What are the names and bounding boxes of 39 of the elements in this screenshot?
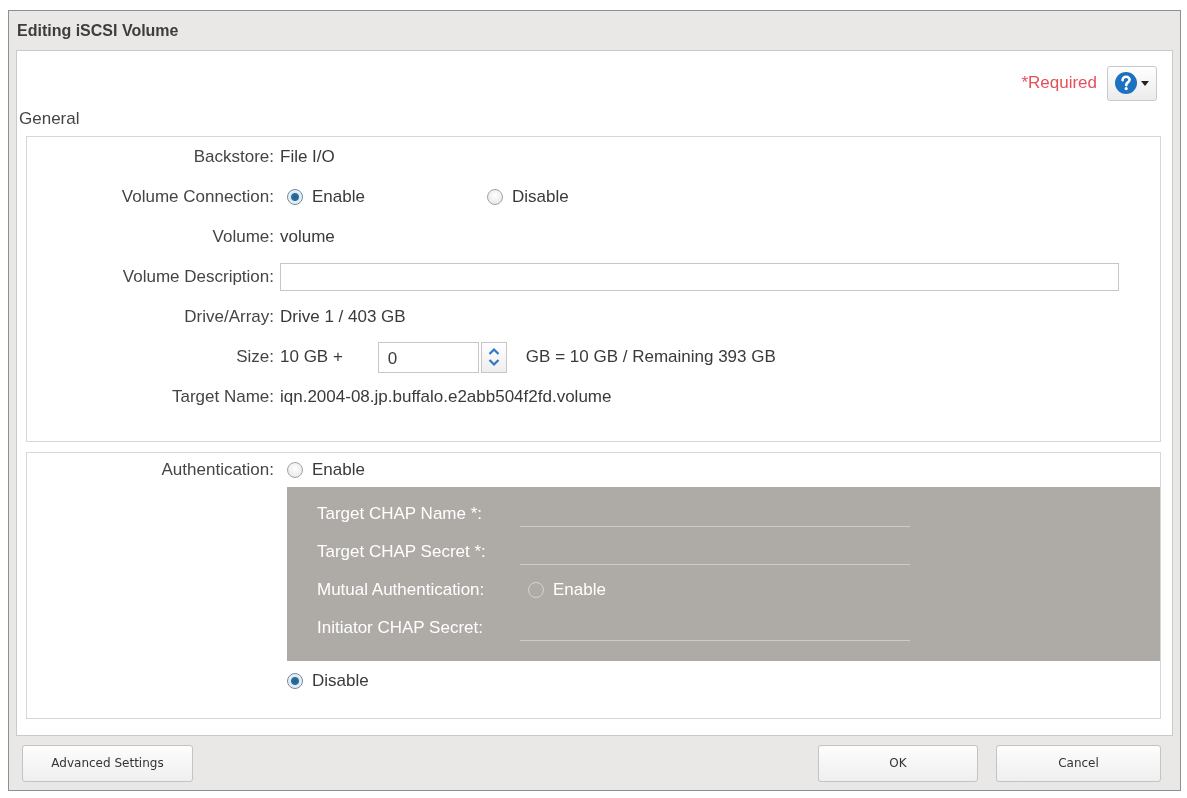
help-icon bbox=[1115, 72, 1137, 94]
field-label: Authentication: bbox=[160, 460, 275, 480]
field-label: Target Name: bbox=[170, 387, 275, 407]
caret-icon bbox=[1141, 80, 1149, 86]
spin-button[interactable] bbox=[480, 341, 507, 373]
field-label: Target CHAP Name *: bbox=[317, 504, 484, 524]
help-button[interactable] bbox=[1107, 65, 1157, 101]
description-input[interactable] bbox=[280, 263, 1119, 291]
field-value: iqn.2004-08.jp.buffalo.e2abb504f2fd.volume bbox=[280, 387, 612, 407]
dialog-button[interactable]: Advanced Settings bbox=[22, 744, 193, 782]
option-label: Disable bbox=[512, 187, 569, 207]
field-label: Volume Connection: bbox=[120, 187, 275, 207]
option-label: Enable bbox=[553, 580, 606, 600]
field-value: volume bbox=[280, 227, 335, 247]
field-label: Size: bbox=[235, 347, 275, 367]
option-label: Enable bbox=[312, 460, 365, 480]
field-label: Target CHAP Secret *: bbox=[317, 542, 487, 562]
radio-button[interactable] bbox=[487, 189, 503, 205]
section-heading: General bbox=[19, 108, 81, 130]
radio-button[interactable] bbox=[287, 462, 303, 478]
field-value: File I/O bbox=[280, 147, 335, 167]
size-result: GB = 10 GB / Remaining 393 GB bbox=[525, 347, 776, 367]
required-note: *Required bbox=[1021, 73, 1097, 93]
option-label: Disable bbox=[312, 671, 369, 691]
field-label: Volume Description: bbox=[121, 267, 275, 287]
dialog-button[interactable]: OK bbox=[818, 744, 978, 782]
radio-button[interactable] bbox=[287, 189, 303, 205]
field-label: Mutual Authentication: bbox=[317, 580, 486, 600]
size-input[interactable]: 0 bbox=[377, 341, 479, 373]
dialog-button[interactable]: Cancel bbox=[996, 744, 1161, 782]
field-value: Drive 1 / 403 GB bbox=[280, 307, 406, 327]
field-label: Drive/Array: bbox=[183, 307, 275, 327]
window-title: Editing iSCSI Volume bbox=[17, 21, 179, 40]
option-label: Enable bbox=[312, 187, 365, 207]
field-label: Initiator CHAP Secret: bbox=[317, 618, 484, 638]
field-label: Volume: bbox=[211, 227, 275, 247]
size-base: 10 GB + bbox=[280, 347, 343, 367]
radio-button[interactable] bbox=[287, 673, 303, 689]
field-label: Backstore: bbox=[192, 147, 275, 167]
